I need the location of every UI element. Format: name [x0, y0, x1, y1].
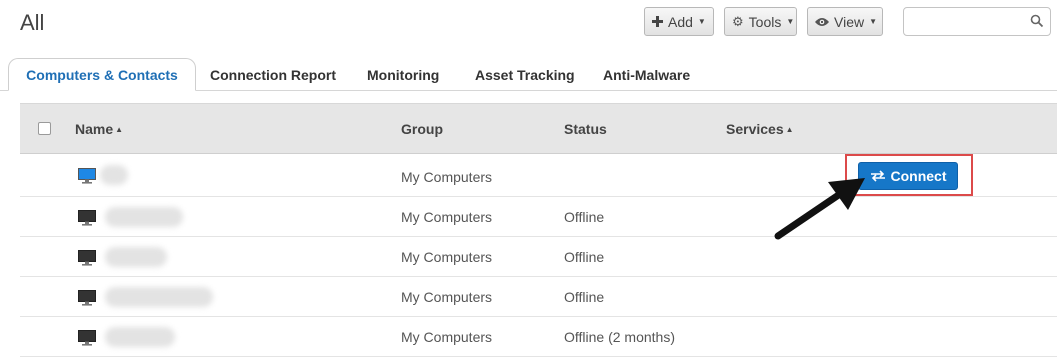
row-group: My Computers — [401, 329, 493, 345]
plus-icon — [652, 16, 663, 27]
column-name[interactable]: Name ▲ — [75, 121, 123, 137]
caret-down-icon: ▼ — [869, 17, 878, 26]
swap-arrows-icon — [870, 170, 886, 182]
tools-button-label: Tools — [748, 13, 782, 30]
column-services[interactable]: Services ▲ — [726, 121, 794, 137]
column-status[interactable]: Status — [564, 121, 607, 137]
column-group[interactable]: Group — [401, 121, 443, 137]
tab-asset-tracking[interactable]: Asset Tracking — [475, 67, 575, 83]
column-name-label: Name — [75, 121, 114, 137]
view-button[interactable]: View ▼ — [807, 7, 883, 36]
table-row[interactable]: My Computers Offline (2 months) — [20, 317, 1057, 357]
column-services-label: Services — [726, 121, 784, 137]
tab-connection-report[interactable]: Connection Report — [210, 67, 336, 83]
add-button-label: Add — [668, 13, 693, 30]
computer-name-redacted — [105, 327, 175, 347]
computer-icon — [78, 168, 96, 187]
search-icon[interactable] — [1030, 14, 1044, 33]
tools-button[interactable]: ⚙ Tools ▼ — [724, 7, 797, 36]
eye-icon — [815, 17, 829, 27]
pointer-arrow-icon — [770, 174, 870, 249]
gear-icon: ⚙ — [732, 13, 744, 29]
tab-monitoring[interactable]: Monitoring — [367, 67, 439, 83]
caret-down-icon: ▼ — [697, 17, 706, 26]
computer-name-redacted — [105, 287, 213, 307]
view-button-label: View — [834, 13, 865, 30]
row-status: Offline — [564, 249, 605, 265]
add-button[interactable]: Add ▼ — [644, 7, 714, 36]
row-group: My Computers — [401, 249, 493, 265]
computer-icon — [78, 250, 96, 269]
sort-asc-icon: ▲ — [785, 125, 794, 134]
toolbar: Add ▼ ⚙ Tools ▼ View ▼ — [644, 7, 883, 36]
search-box — [903, 7, 1051, 36]
caret-down-icon: ▼ — [786, 17, 795, 26]
computer-name-redacted — [105, 207, 183, 227]
computers-grid: Name ▲ Group Status Services ▲ My Computer… — [20, 103, 1057, 357]
computer-icon — [78, 290, 96, 309]
grid-header: Name ▲ Group Status Services ▲ — [20, 103, 1057, 154]
row-status: Offline — [564, 209, 605, 225]
row-status: Offline — [564, 289, 605, 305]
computer-name-redacted — [100, 165, 128, 185]
row-status: Offline (2 months) — [564, 329, 676, 345]
table-row[interactable]: My Computers Offline — [20, 277, 1057, 317]
connect-button[interactable]: Connect — [858, 162, 958, 190]
tab-computers-contacts[interactable]: Computers & Contacts — [8, 58, 196, 91]
select-all-checkbox[interactable] — [38, 122, 51, 135]
tab-anti-malware[interactable]: Anti-Malware — [603, 67, 690, 83]
sort-asc-icon: ▲ — [115, 125, 124, 134]
computer-icon — [78, 330, 96, 349]
row-group: My Computers — [401, 209, 493, 225]
search-input[interactable] — [904, 8, 1022, 35]
connect-button-label: Connect — [890, 168, 947, 184]
computer-icon — [78, 210, 96, 229]
computer-name-redacted — [105, 247, 167, 267]
table-row[interactable]: My Computers Offline — [20, 237, 1057, 277]
table-row[interactable]: My Computers Offline — [20, 197, 1057, 237]
row-group: My Computers — [401, 169, 493, 185]
page-title: All — [20, 10, 45, 35]
row-group: My Computers — [401, 289, 493, 305]
